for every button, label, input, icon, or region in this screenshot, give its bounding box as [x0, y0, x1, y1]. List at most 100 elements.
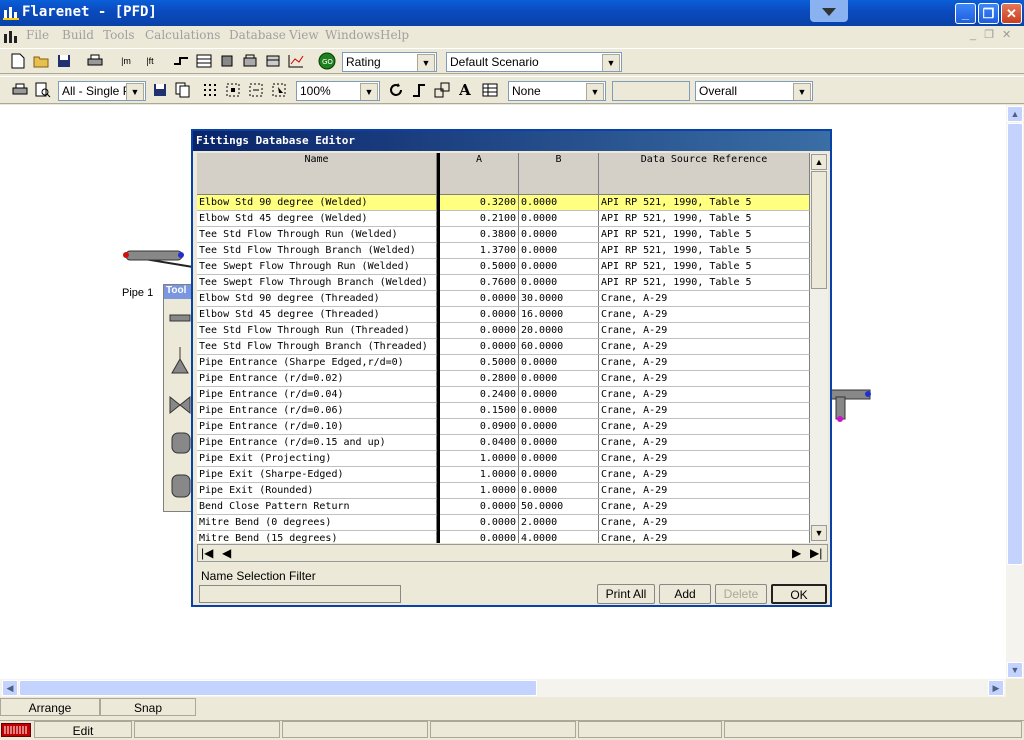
cell-source[interactable]: Crane, A-29 — [599, 515, 810, 531]
add-button[interactable]: Add — [659, 584, 711, 604]
name-filter-input[interactable] — [199, 585, 401, 603]
units-m-button[interactable]: | m — [116, 51, 136, 71]
save-icon[interactable] — [150, 80, 170, 100]
table-row[interactable]: Mitre Bend (15 degrees) 0.0000 4.0000 Crane… — [197, 531, 810, 543]
chart-tool-icon[interactable] — [286, 51, 306, 71]
grid-vertical-scrollbar[interactable]: ▲ ▼ — [810, 153, 828, 543]
scroll-down-icon[interactable]: ▼ — [1007, 662, 1023, 678]
control-valve-icon[interactable] — [168, 395, 192, 418]
new-file-icon[interactable] — [8, 51, 28, 71]
vessel-icon[interactable] — [168, 429, 192, 458]
menu-calculations[interactable]: Calculations — [145, 28, 220, 42]
cell-b[interactable]: 0.0000 — [519, 483, 599, 499]
cell-b[interactable]: 60.0000 — [519, 339, 599, 355]
dropdown-tab[interactable] — [810, 0, 848, 22]
table-row[interactable]: Pipe Exit (Projecting) 1.0000 0.0000 Crane,… — [197, 451, 810, 467]
menu-help[interactable]: Help — [380, 28, 409, 42]
last-record-icon[interactable]: ▶| — [810, 546, 822, 560]
cell-name[interactable]: Mitre Bend (15 degrees) — [197, 531, 437, 543]
minimize-button[interactable]: _ — [955, 3, 976, 24]
cell-a[interactable]: 0.2400 — [440, 387, 519, 403]
table-row[interactable]: Pipe Entrance (r/d=0.04) 0.2400 0.0000 Cran… — [197, 387, 810, 403]
vertical-scrollbar[interactable]: ▲ ▼ — [1006, 105, 1024, 679]
cell-source[interactable]: Crane, A-29 — [599, 355, 810, 371]
cell-name[interactable]: Tee Std Flow Through Run (Threaded) — [197, 323, 437, 339]
cell-b[interactable]: 0.0000 — [519, 211, 599, 227]
table-row[interactable]: Pipe Entrance (r/d=0.02) 0.2800 0.0000 Cran… — [197, 371, 810, 387]
column-header-source[interactable]: Data Source Reference — [599, 153, 810, 195]
print-icon[interactable] — [85, 51, 105, 71]
cell-a[interactable]: 1.0000 — [440, 483, 519, 499]
snap-grid-icon[interactable] — [223, 80, 243, 100]
cell-a[interactable]: 0.3200 — [440, 195, 519, 211]
scroll-left-icon[interactable]: ◀ — [2, 680, 18, 696]
ok-button[interactable]: OK — [771, 584, 827, 604]
result-combo[interactable]: Overall ▼ — [695, 81, 813, 101]
cell-a[interactable]: 0.3800 — [440, 227, 519, 243]
print-all-button[interactable]: Print All — [597, 584, 655, 604]
mode-combo[interactable]: Rating ▼ — [342, 52, 437, 72]
menu-tools[interactable]: Tools — [103, 28, 135, 42]
text-tool-button[interactable]: A — [455, 80, 475, 100]
table-row[interactable]: Pipe Entrance (Sharpe Edged,r/d=0) 0.5000… — [197, 355, 810, 371]
cell-b[interactable]: 0.0000 — [519, 195, 599, 211]
cell-a[interactable]: 0.1500 — [440, 403, 519, 419]
relief-valve-icon[interactable] — [168, 345, 192, 378]
next-record-icon[interactable]: ▶ — [792, 546, 801, 560]
cell-name[interactable]: Tee Std Flow Through Run (Welded) — [197, 227, 437, 243]
cell-a[interactable]: 0.0000 — [440, 339, 519, 355]
cell-source[interactable]: Crane, A-29 — [599, 419, 810, 435]
column-header-a[interactable]: A — [440, 153, 519, 195]
cell-name[interactable]: Tee Swept Flow Through Run (Welded) — [197, 259, 437, 275]
cell-b[interactable]: 4.0000 — [519, 531, 599, 543]
table-row[interactable]: Elbow Std 45 degree (Threaded) 0.0000 16.0… — [197, 307, 810, 323]
cell-a[interactable]: 0.0000 — [440, 307, 519, 323]
cell-a[interactable]: 1.0000 — [440, 451, 519, 467]
table-row[interactable]: Tee Swept Flow Through Run (Welded) 0.500… — [197, 259, 810, 275]
cell-b[interactable]: 0.0000 — [519, 419, 599, 435]
cell-name[interactable]: Tee Std Flow Through Branch (Threaded) — [197, 339, 437, 355]
table-row[interactable]: Pipe Entrance (r/d=0.15 and up) 0.0400 0.0… — [197, 435, 810, 451]
cell-a[interactable]: 0.2100 — [440, 211, 519, 227]
cell-source[interactable]: API RP 521, 1990, Table 5 — [599, 211, 810, 227]
cell-b[interactable]: 0.0000 — [519, 243, 599, 259]
vertical-scroll-thumb[interactable] — [1007, 123, 1023, 565]
cell-b[interactable]: 0.0000 — [519, 435, 599, 451]
cell-source[interactable]: Crane, A-29 — [599, 387, 810, 403]
table-row[interactable]: Pipe Exit (Sharpe-Edged) 1.0000 0.0000 Cran… — [197, 467, 810, 483]
cell-source[interactable]: Crane, A-29 — [599, 307, 810, 323]
cell-b[interactable]: 0.0000 — [519, 387, 599, 403]
cell-a[interactable]: 0.0400 — [440, 435, 519, 451]
scroll-up-icon[interactable]: ▲ — [1007, 106, 1023, 122]
open-folder-icon[interactable] — [31, 51, 51, 71]
grid-scroll-thumb[interactable] — [811, 171, 827, 289]
table-row[interactable]: Bend Close Pattern Return 0.0000 50.0000 Cr… — [197, 499, 810, 515]
cell-b[interactable]: 0.0000 — [519, 355, 599, 371]
cell-name[interactable]: Pipe Entrance (Sharpe Edged,r/d=0) — [197, 355, 437, 371]
cell-name[interactable]: Bend Close Pattern Return — [197, 499, 437, 515]
column-header-name[interactable]: Name — [197, 153, 437, 195]
cell-source[interactable]: Crane, A-29 — [599, 339, 810, 355]
table-row[interactable]: Pipe Entrance (r/d=0.06) 0.1500 0.0000 Cran… — [197, 403, 810, 419]
cell-b[interactable]: 50.0000 — [519, 499, 599, 515]
cell-b[interactable]: 0.0000 — [519, 467, 599, 483]
print-preview-icon[interactable] — [33, 80, 53, 100]
cell-source[interactable]: API RP 521, 1990, Table 5 — [599, 243, 810, 259]
cell-b[interactable]: 0.0000 — [519, 275, 599, 291]
toolbox-title[interactable]: Tool — [164, 285, 192, 299]
view-combo[interactable]: All - Single Pa ▼ — [58, 81, 146, 101]
cell-name[interactable]: Pipe Exit (Projecting) — [197, 451, 437, 467]
cell-name[interactable]: Pipe Entrance (r/d=0.02) — [197, 371, 437, 387]
resize-icon[interactable] — [432, 80, 452, 100]
cell-name[interactable]: Tee Std Flow Through Branch (Welded) — [197, 243, 437, 259]
grid-scroll-down-icon[interactable]: ▼ — [811, 525, 827, 541]
menu-view[interactable]: View — [289, 28, 319, 42]
doc-icon[interactable] — [3, 28, 19, 44]
align-icon[interactable] — [246, 80, 266, 100]
save-icon[interactable] — [54, 51, 74, 71]
cell-source[interactable]: Crane, A-29 — [599, 291, 810, 307]
mdi-controls[interactable]: _❐✕ — [970, 28, 1019, 41]
fittings-grid[interactable]: Name A B Data Source Reference Elbow Std… — [197, 153, 828, 543]
cell-a[interactable]: 0.0000 — [440, 323, 519, 339]
cell-source[interactable]: Crane, A-29 — [599, 483, 810, 499]
